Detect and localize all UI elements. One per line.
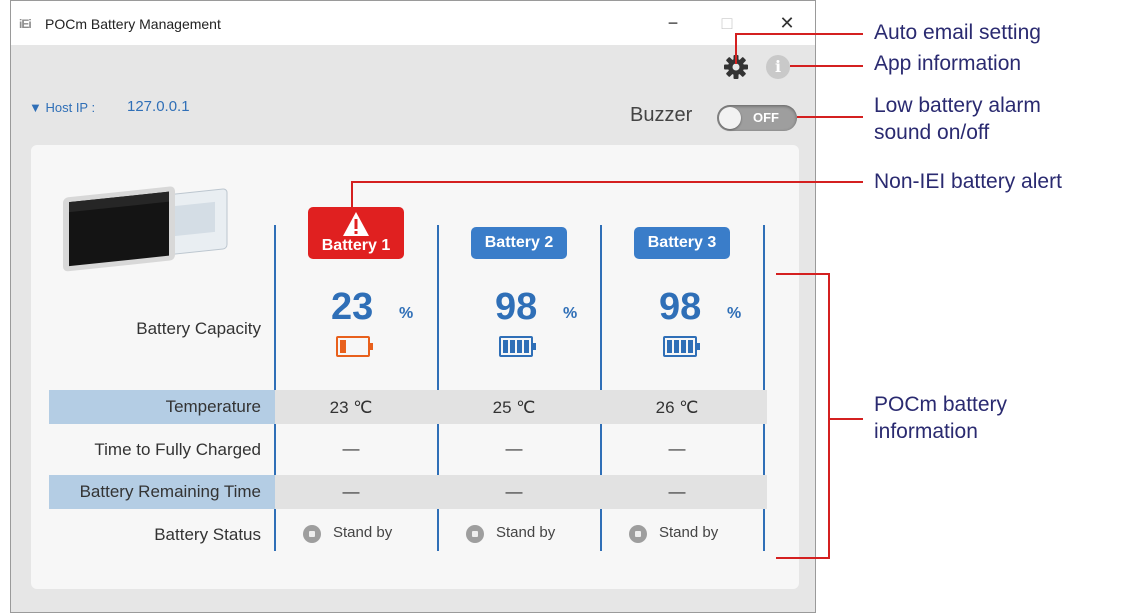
callout-line (797, 116, 863, 118)
temperature-label: Temperature (165, 397, 261, 416)
battery-2-tag[interactable]: Battery 2 (471, 227, 567, 259)
battery-2-time-to-full: — (505, 439, 523, 458)
host-ip-value: 127.0.0.1 (127, 98, 190, 115)
battery-status-label: Battery Status (154, 525, 261, 544)
battery-3-status: Stand by (659, 524, 719, 541)
battery-3-temperature: 26 ℃ (655, 398, 699, 417)
battery-2-capacity: 98 (495, 286, 538, 328)
battery-1-status: Stand by (333, 524, 393, 541)
callout-bracket (776, 557, 830, 559)
annotation-buzzer-line2: sound on/off (874, 121, 990, 144)
toggle-state: OFF (753, 110, 779, 125)
app-logo: iEi (19, 17, 32, 31)
percent-sign: % (727, 305, 742, 322)
toggle-knob (719, 107, 741, 129)
buzzer-label: Buzzer (630, 104, 693, 126)
battery-full-icon (663, 336, 700, 357)
info-icon[interactable]: i (766, 55, 790, 79)
callout-line (830, 418, 863, 420)
battery-3-time-to-full: — (668, 439, 686, 458)
status-icon (303, 525, 321, 543)
remaining-time-label: Battery Remaining Time (79, 482, 261, 501)
battery-3-capacity: 98 (659, 286, 702, 328)
battery-1-time-to-full: — (342, 439, 360, 458)
callout-line (351, 181, 353, 207)
annotation-buzzer-line1: Low battery alarm (874, 94, 1041, 117)
percent-sign: % (563, 305, 578, 322)
battery-1-label: Battery 1 (321, 237, 391, 254)
device-image (63, 186, 228, 272)
callout-bracket (828, 273, 830, 559)
minimize-button[interactable]: − (653, 9, 693, 37)
warning-icon (343, 212, 369, 236)
status-icon (466, 525, 484, 543)
battery-low-icon (336, 336, 373, 357)
host-ip-label[interactable]: ▼ Host IP : (29, 100, 95, 115)
battery-capacity-label: Battery Capacity (136, 319, 261, 338)
annotation-battery-info-line2: information (874, 420, 978, 443)
annotation-battery-info-line1: POCm battery (874, 393, 1008, 416)
battery-full-icon (499, 336, 536, 357)
time-to-full-label: Time to Fully Charged (94, 440, 261, 459)
callout-line (790, 65, 863, 67)
battery-1-capacity: 23 (331, 286, 374, 328)
battery-2-temperature: 25 ℃ (492, 398, 536, 417)
battery-1-remaining-time: — (342, 482, 360, 501)
callout-line (351, 181, 863, 183)
app-window: iEi POCm Battery Management − □ ✕ i ▼ Ho… (10, 0, 816, 613)
annotation-auto-email: Auto email setting (874, 21, 1041, 44)
window-title: POCm Battery Management (45, 16, 221, 32)
annotation-non-iei: Non-IEI battery alert (874, 170, 1062, 193)
status-icon (629, 525, 647, 543)
title-bar: iEi POCm Battery Management − □ ✕ (11, 1, 815, 45)
annotation-app-info: App information (874, 52, 1022, 75)
battery-3-tag[interactable]: Battery 3 (634, 227, 730, 259)
battery-1-tag[interactable]: Battery 1 (308, 207, 404, 259)
callout-line (735, 34, 737, 64)
callout-line (735, 33, 863, 35)
percent-sign: % (399, 305, 414, 322)
battery-2-status: Stand by (496, 524, 556, 541)
battery-2-remaining-time: — (505, 482, 523, 501)
battery-3-remaining-time: — (668, 482, 686, 501)
battery-1-temperature: 23 ℃ (329, 398, 373, 417)
buzzer-toggle[interactable]: OFF (717, 105, 797, 131)
callout-bracket (776, 273, 830, 275)
